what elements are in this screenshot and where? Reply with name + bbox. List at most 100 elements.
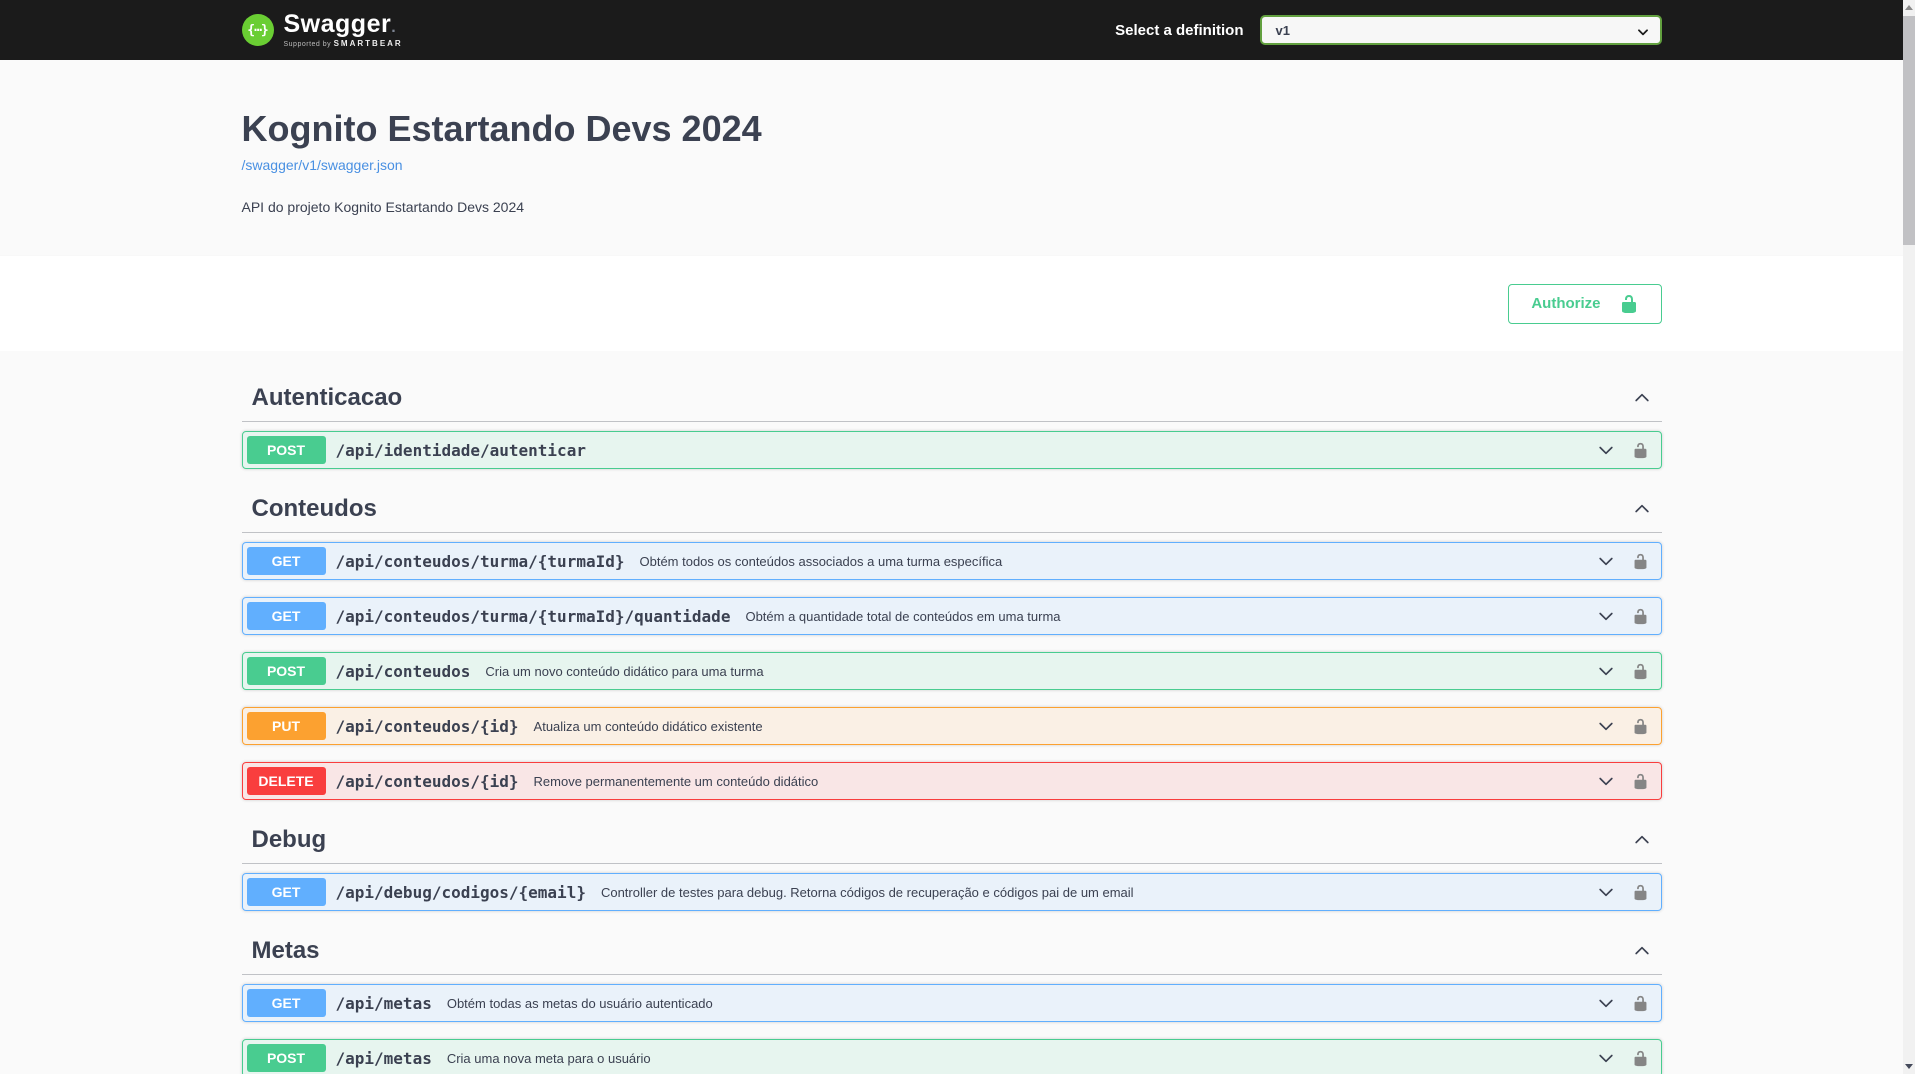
authorize-button[interactable]: Authorize xyxy=(1508,284,1661,324)
scrollbar-up-button[interactable] xyxy=(1903,0,1915,15)
lock-open-icon[interactable] xyxy=(1632,884,1649,901)
endpoint-description: Cria uma nova meta para o usuário xyxy=(447,1051,651,1066)
operations-list: GET /api/debug/codigos/{email} Controlle… xyxy=(242,864,1662,911)
page-title: Kognito Estartando Devs 2024 xyxy=(242,108,1662,150)
endpoint-description: Obtém a quantidade total de conteúdos em… xyxy=(745,609,1060,624)
endpoint-path: /api/metas xyxy=(336,994,432,1013)
swagger-logo-link[interactable]: {⋯} Swagger. Supported by SMARTBEAR xyxy=(242,12,403,48)
api-tag-section: Metas GET /api/metas Obtém todas as meta… xyxy=(242,928,1662,1074)
endpoint-controls xyxy=(1596,993,1649,1013)
lock-open-icon[interactable] xyxy=(1632,608,1649,625)
section-header[interactable]: Conteudos xyxy=(242,486,1662,533)
lock-open-icon[interactable] xyxy=(1632,663,1649,680)
topbar: {⋯} Swagger. Supported by SMARTBEAR Sele… xyxy=(0,0,1903,60)
lock-open-icon[interactable] xyxy=(1632,773,1649,790)
section-title: Autenticacao xyxy=(252,383,403,413)
section-header[interactable]: Debug xyxy=(242,817,1662,864)
topbar-wrapper: {⋯} Swagger. Supported by SMARTBEAR Sele… xyxy=(222,0,1682,60)
endpoint-description: Obtém todos os conteúdos associados a um… xyxy=(639,554,1002,569)
endpoint-row[interactable]: POST /api/metas Cria uma nova meta para … xyxy=(242,1039,1662,1074)
logo-text-wrap: Swagger. Supported by SMARTBEAR xyxy=(284,12,403,48)
smartbear-brand: SMARTBEAR xyxy=(334,39,403,48)
chevron-up-icon[interactable] xyxy=(1632,499,1652,519)
scheme-container: Authorize xyxy=(0,256,1903,351)
endpoint-path: /api/identidade/autenticar xyxy=(336,441,586,460)
method-badge: DELETE xyxy=(247,767,326,795)
chevron-down-icon[interactable] xyxy=(1596,440,1616,460)
section-title: Debug xyxy=(252,825,327,855)
api-description: API do projeto Kognito Estartando Devs 2… xyxy=(242,199,1662,215)
endpoint-description: Atualiza um conteúdo didático existente xyxy=(534,719,763,734)
chevron-down-icon[interactable] xyxy=(1596,551,1616,571)
swagger-logo-icon: {⋯} xyxy=(242,14,274,46)
endpoint-path: /api/conteudos/turma/{turmaId}/quantidad… xyxy=(336,607,731,626)
method-badge: GET xyxy=(247,547,326,575)
endpoint-controls xyxy=(1596,606,1649,626)
api-tag-section: Autenticacao POST /api/identidade/autent… xyxy=(242,375,1662,469)
section-title: Conteudos xyxy=(252,494,377,524)
endpoint-path: /api/conteudos/{id} xyxy=(336,772,519,791)
endpoint-description: Controller de testes para debug. Retorna… xyxy=(601,885,1134,900)
info-section: Kognito Estartando Devs 2024 /swagger/v1… xyxy=(0,60,1903,256)
unlock-icon xyxy=(1619,294,1639,314)
scrollbar[interactable] xyxy=(1903,0,1915,1074)
endpoint-row[interactable]: POST /api/conteudos Cria um novo conteúd… xyxy=(242,652,1662,690)
scroll-down-arrow-icon xyxy=(1905,1064,1913,1069)
endpoint-controls xyxy=(1596,661,1649,681)
chevron-up-icon[interactable] xyxy=(1632,941,1652,961)
endpoint-row[interactable]: PUT /api/conteudos/{id} Atualiza um cont… xyxy=(242,707,1662,745)
endpoint-row[interactable]: POST /api/identidade/autenticar xyxy=(242,431,1662,469)
section-header[interactable]: Metas xyxy=(242,928,1662,975)
swagger-ui-page: {⋯} Swagger. Supported by SMARTBEAR Sele… xyxy=(0,0,1903,1074)
spec-link[interactable]: /swagger/v1/swagger.json xyxy=(242,157,403,173)
endpoint-controls xyxy=(1596,716,1649,736)
lock-open-icon[interactable] xyxy=(1632,718,1649,735)
endpoint-row[interactable]: GET /api/conteudos/turma/{turmaId}/quant… xyxy=(242,597,1662,635)
endpoint-path: /api/conteudos xyxy=(336,662,471,681)
chevron-up-icon[interactable] xyxy=(1632,830,1652,850)
operations-list: GET /api/metas Obtém todas as metas do u… xyxy=(242,975,1662,1074)
scrollbar-down-button[interactable] xyxy=(1903,1059,1915,1074)
chevron-down-icon[interactable] xyxy=(1596,606,1616,626)
chevron-down-icon[interactable] xyxy=(1596,661,1616,681)
chevron-down-icon[interactable] xyxy=(1596,716,1616,736)
endpoint-path: /api/debug/codigos/{email} xyxy=(336,883,586,902)
operations-area: Autenticacao POST /api/identidade/autent… xyxy=(0,351,1903,1074)
section-title: Metas xyxy=(252,936,320,966)
chevron-down-icon[interactable] xyxy=(1596,1048,1616,1068)
scrollbar-thumb[interactable] xyxy=(1903,16,1915,245)
endpoint-path: /api/conteudos/{id} xyxy=(336,717,519,736)
logo-dot: . xyxy=(391,19,395,36)
endpoint-row[interactable]: GET /api/conteudos/turma/{turmaId} Obtém… xyxy=(242,542,1662,580)
method-badge: POST xyxy=(247,657,326,685)
endpoint-path: /api/metas xyxy=(336,1049,432,1068)
logo-subtitle: Supported by SMARTBEAR xyxy=(284,40,403,48)
endpoint-row[interactable]: GET /api/metas Obtém todas as metas do u… xyxy=(242,984,1662,1022)
api-tag-section: Conteudos GET /api/conteudos/turma/{turm… xyxy=(242,486,1662,800)
lock-open-icon[interactable] xyxy=(1632,553,1649,570)
method-badge: PUT xyxy=(247,712,326,740)
chevron-up-icon[interactable] xyxy=(1632,388,1652,408)
section-header[interactable]: Autenticacao xyxy=(242,375,1662,422)
select-definition-label: Select a definition xyxy=(1115,22,1243,39)
scroll-up-arrow-icon xyxy=(1905,5,1913,10)
endpoint-controls xyxy=(1596,440,1649,460)
endpoint-description: Remove permanentemente um conteúdo didát… xyxy=(534,774,819,789)
definition-select[interactable]: v1 xyxy=(1260,15,1662,45)
chevron-down-icon[interactable] xyxy=(1596,771,1616,791)
logo-text: Swagger xyxy=(284,10,392,38)
lock-open-icon[interactable] xyxy=(1632,995,1649,1012)
chevron-down-icon[interactable] xyxy=(1596,993,1616,1013)
endpoint-controls xyxy=(1596,1048,1649,1068)
endpoint-path: /api/conteudos/turma/{turmaId} xyxy=(336,552,625,571)
lock-open-icon[interactable] xyxy=(1632,1050,1649,1067)
endpoint-row[interactable]: DELETE /api/conteudos/{id} Remove perman… xyxy=(242,762,1662,800)
method-badge: GET xyxy=(247,602,326,630)
operations-list: GET /api/conteudos/turma/{turmaId} Obtém… xyxy=(242,533,1662,800)
chevron-down-icon[interactable] xyxy=(1596,882,1616,902)
method-badge: POST xyxy=(247,1044,326,1072)
endpoint-description: Obtém todas as metas do usuário autentic… xyxy=(447,996,713,1011)
endpoint-row[interactable]: GET /api/debug/codigos/{email} Controlle… xyxy=(242,873,1662,911)
lock-open-icon[interactable] xyxy=(1632,442,1649,459)
method-badge: GET xyxy=(247,878,326,906)
